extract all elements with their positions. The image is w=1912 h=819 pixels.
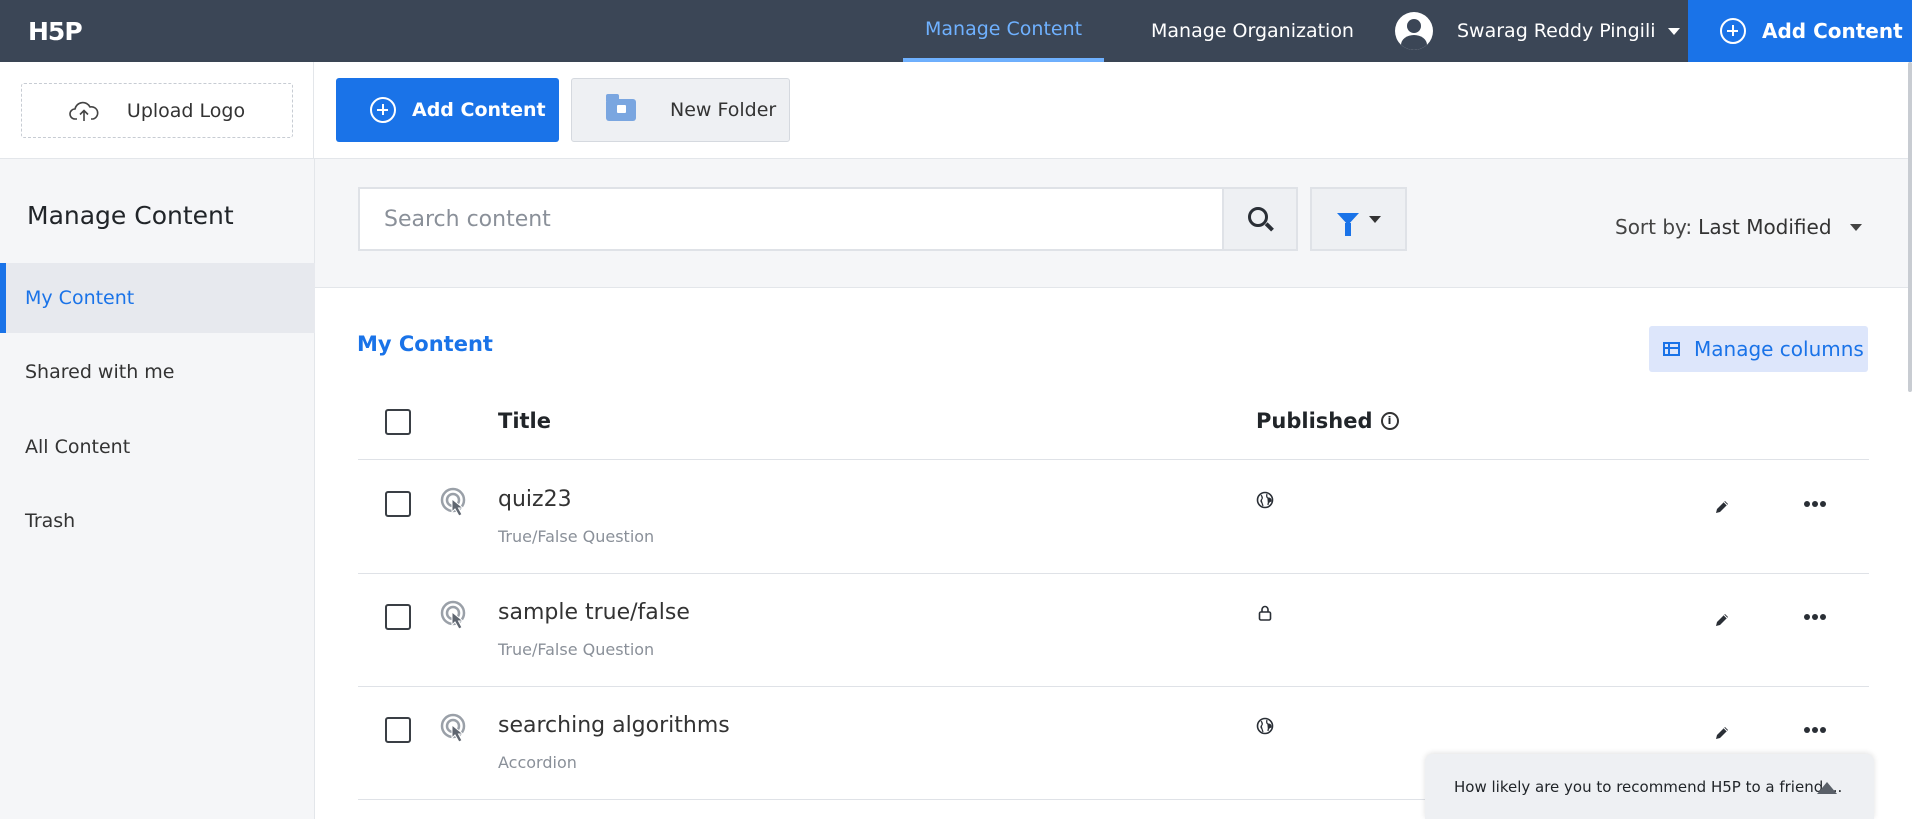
sort-dropdown[interactable]: Sort by: Last Modified [1615,215,1862,239]
top-navigation: H5P Manage Content Manage Organization S… [0,0,1912,62]
sidebar-item-trash[interactable]: Trash [0,486,315,556]
new-folder-label: New Folder [670,99,777,121]
tap-content-type-icon [440,600,466,630]
table-grid-icon [1663,342,1680,356]
manage-columns-button[interactable]: Manage columns [1649,326,1868,372]
globe-icon [1256,491,1274,509]
h5p-logo[interactable]: H5P [28,17,83,46]
column-header-title[interactable]: Title [498,409,551,433]
tap-content-type-icon [440,487,466,517]
sort-label: Sort by: [1615,215,1693,239]
chevron-down-icon [1667,27,1680,35]
user-avatar-icon [1395,12,1433,50]
table-header: Title Published i [358,385,1869,460]
row-checkbox[interactable] [385,604,411,630]
more-options-icon[interactable] [1804,501,1826,509]
sidebar-item-my-content[interactable]: My Content [0,263,315,333]
column-header-published[interactable]: Published i [1256,409,1399,433]
info-icon[interactable]: i [1380,412,1399,430]
filter-button[interactable] [1310,187,1407,251]
plus-circle-icon [370,97,396,123]
table-row[interactable]: sample true/false True/False Question [358,574,1869,687]
user-menu[interactable]: Swarag Reddy Pingili [1395,0,1680,62]
table-row[interactable]: quiz23 True/False Question [358,461,1869,574]
user-name: Swarag Reddy Pingili [1457,20,1656,42]
add-content-label: Add Content [412,99,546,121]
pencil-icon[interactable] [1714,725,1730,741]
more-options-icon[interactable] [1804,727,1826,735]
content-section-title: My Content [357,332,493,356]
search-bar-area: Sort by: Last Modified [315,159,1912,288]
upload-logo-button[interactable]: Upload Logo [21,83,293,138]
toolbar-divider [313,62,314,159]
nav-manage-organization[interactable]: Manage Organization [1129,0,1376,62]
sidebar-title: Manage Content [27,201,234,230]
sidebar-item-all-content[interactable]: All Content [0,412,315,482]
add-content-button[interactable]: Add Content [336,78,559,142]
row-content-type: True/False Question [498,640,655,659]
search-button[interactable] [1222,187,1298,251]
plus-circle-icon [1720,18,1746,44]
folder-lock-icon [606,94,636,121]
top-add-content-label: Add Content [1762,19,1903,43]
new-folder-button[interactable]: New Folder [571,78,790,142]
filter-icon [1336,213,1359,236]
nav-manage-content[interactable]: Manage Content [903,0,1105,62]
top-add-content-button[interactable]: Add Content [1688,0,1912,62]
chevron-up-icon[interactable] [1817,782,1837,794]
published-header-label: Published [1256,409,1373,433]
survey-text: How likely are you to recommend H5P to a… [1454,777,1843,796]
page-scrollbar[interactable] [1908,62,1912,392]
sidebar-item-shared-with-me[interactable]: Shared with me [0,337,315,407]
pencil-icon[interactable] [1714,612,1730,628]
toolbar: Upload Logo Add Content New Folder [0,62,1912,159]
lock-icon [1258,605,1272,621]
row-title[interactable]: quiz23 [498,487,572,512]
chevron-down-icon [1849,223,1862,231]
row-title[interactable]: searching algorithms [498,713,730,738]
row-content-type: True/False Question [498,527,655,546]
row-title[interactable]: sample true/false [498,600,690,625]
sidebar: Manage Content My Content Shared with me… [0,159,315,819]
row-checkbox[interactable] [385,491,411,517]
manage-columns-label: Manage columns [1694,337,1864,361]
more-options-icon[interactable] [1804,614,1826,622]
pencil-icon[interactable] [1714,499,1730,515]
search-input[interactable] [358,187,1224,251]
survey-banner[interactable]: How likely are you to recommend H5P to a… [1425,754,1874,819]
sort-value: Last Modified [1698,215,1832,239]
row-content-type: Accordion [498,753,577,772]
globe-icon [1256,717,1274,735]
row-checkbox[interactable] [385,717,411,743]
tap-content-type-icon [440,713,466,743]
chevron-down-icon [1368,215,1381,223]
select-all-checkbox[interactable] [385,409,411,435]
upload-logo-label: Upload Logo [126,99,246,122]
search-icon [1248,207,1268,227]
cloud-upload-icon [69,101,99,121]
main-content: Sort by: Last Modified My Content Manage… [315,159,1912,819]
